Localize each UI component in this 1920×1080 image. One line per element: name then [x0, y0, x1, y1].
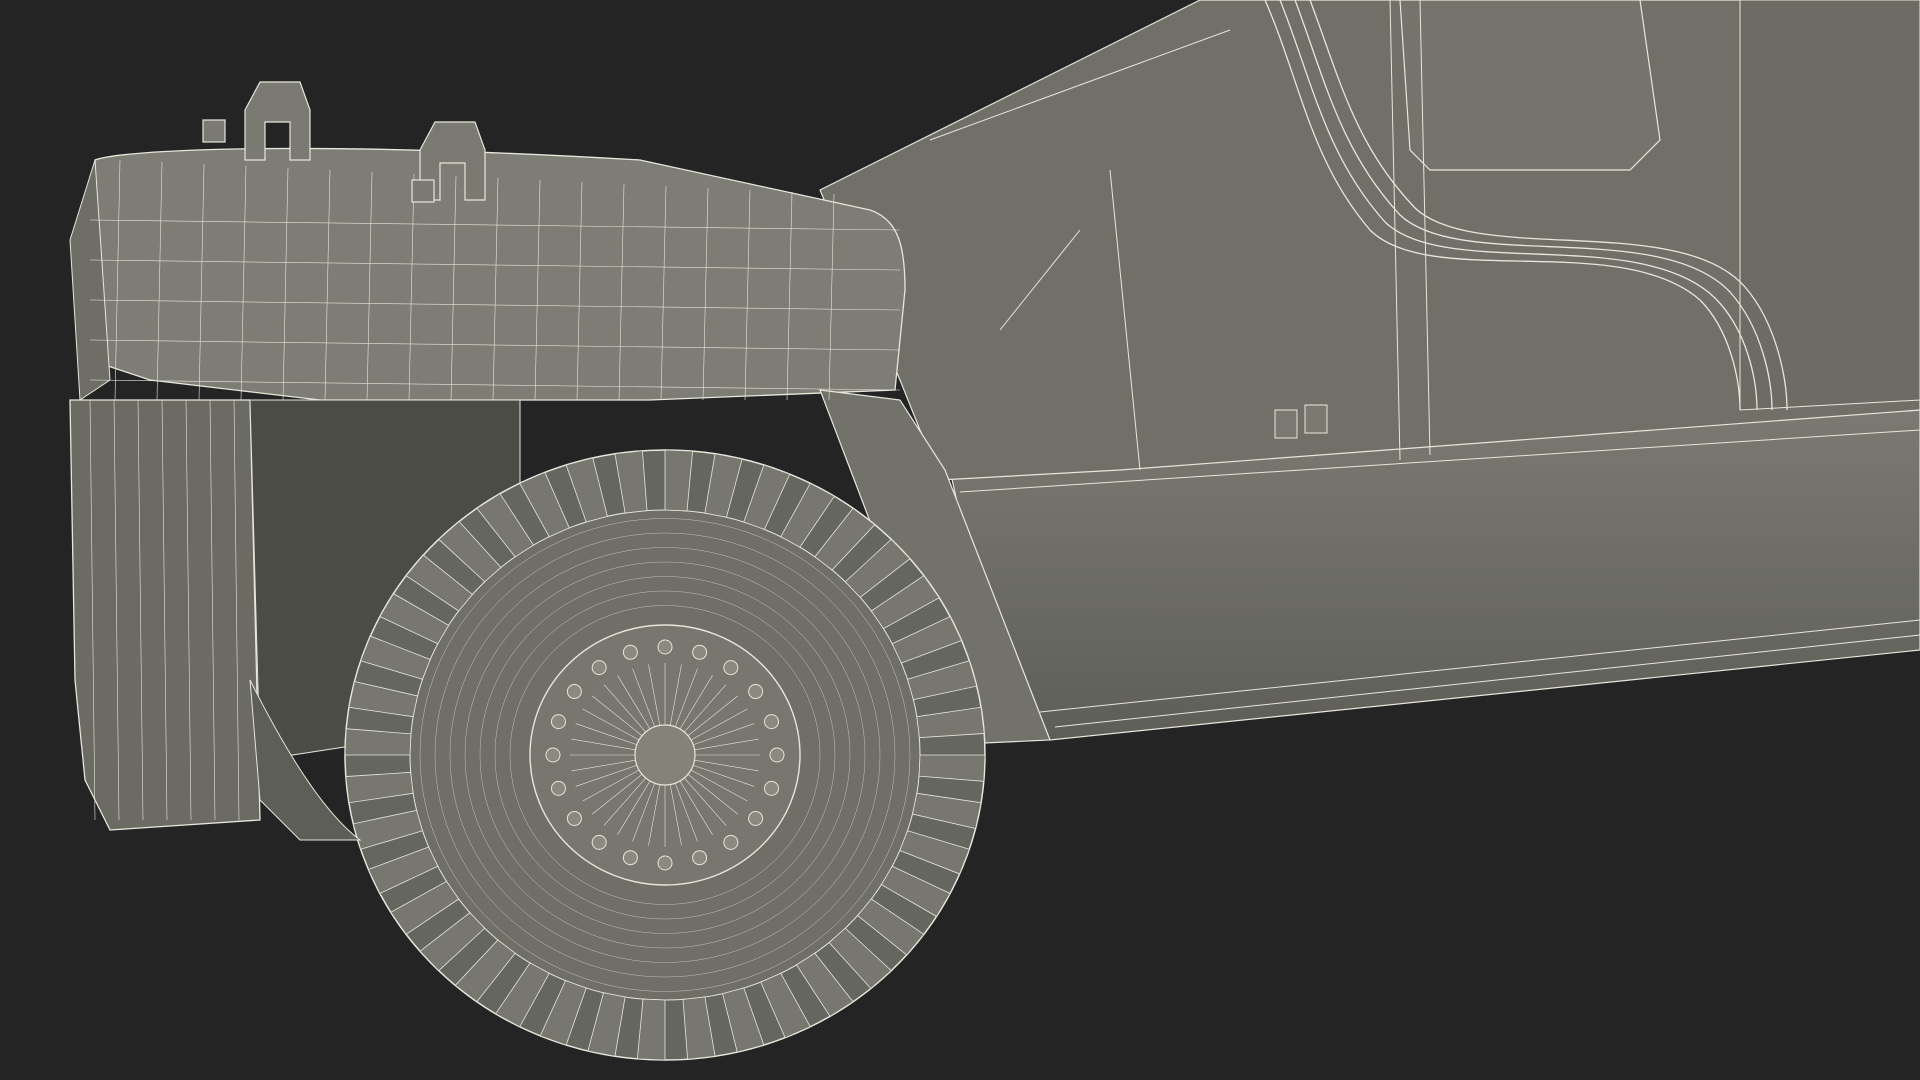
lug-bolt	[723, 660, 739, 676]
lug-bolt	[748, 810, 764, 826]
lug-bolt	[550, 714, 566, 730]
wireframe-forklift-render	[69, 0, 1920, 1061]
lug-bolt	[723, 834, 739, 850]
lug-bolt	[748, 684, 764, 700]
lug-bolt	[764, 780, 780, 796]
lug-bolt	[769, 747, 785, 763]
lug-bolt	[566, 684, 582, 700]
upper-body	[819, 0, 1920, 481]
render-viewport	[0, 0, 1920, 1080]
lug-bolt	[591, 660, 607, 676]
wheel-hub	[529, 624, 801, 886]
lug-bolt	[692, 644, 708, 660]
lug-bolt	[591, 834, 607, 850]
lug-bolt	[692, 850, 708, 866]
lug-bolt	[550, 780, 566, 796]
lug-bolt	[657, 639, 673, 655]
lug-bolt	[622, 644, 638, 660]
lug-bolt	[545, 747, 561, 763]
lug-bolt	[657, 855, 673, 871]
lug-bolt	[764, 714, 780, 730]
lug-bolt	[566, 810, 582, 826]
lug-bolt	[622, 850, 638, 866]
